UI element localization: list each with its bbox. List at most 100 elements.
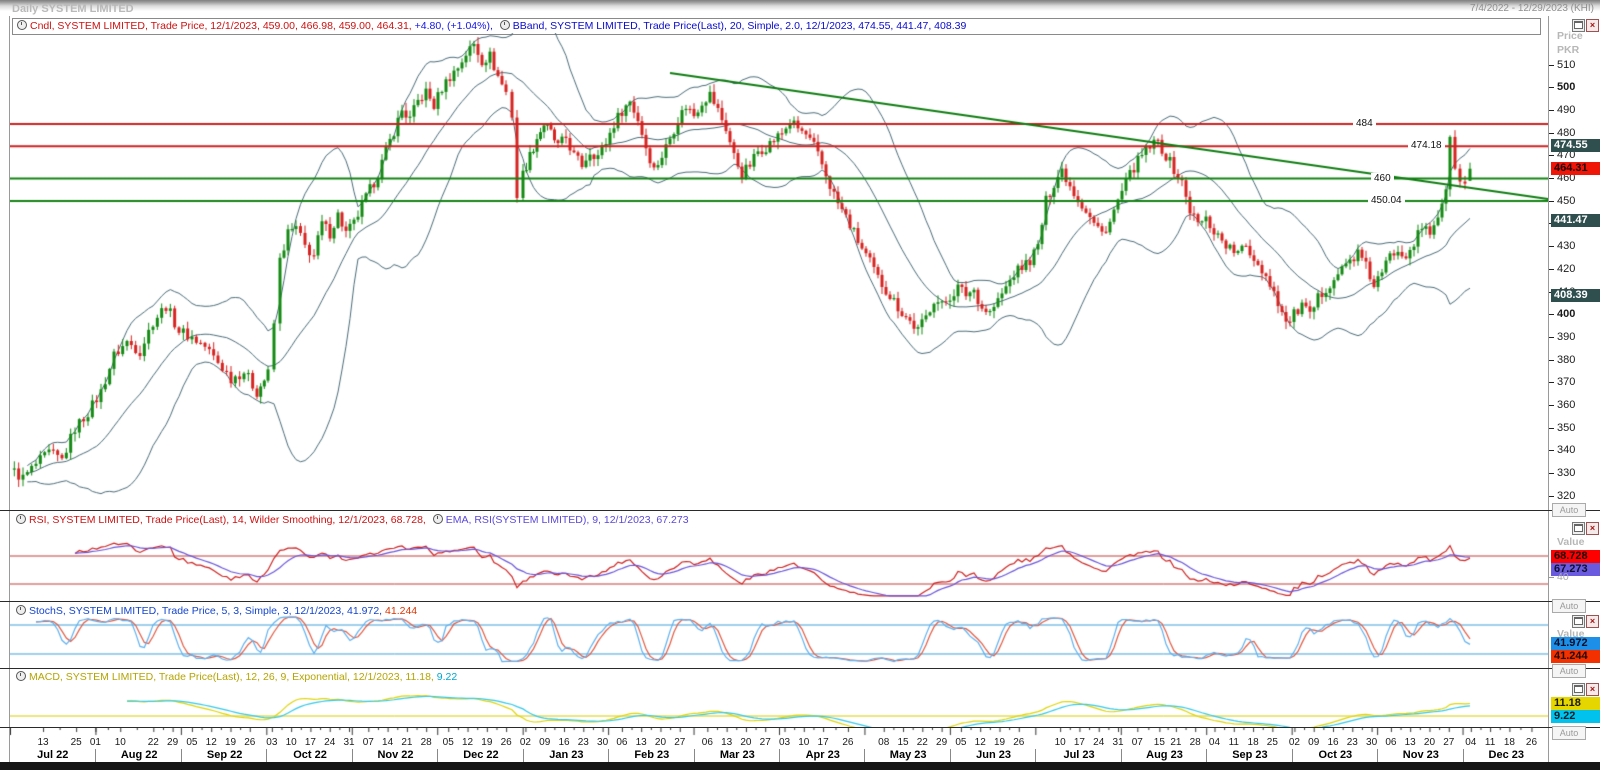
candle-series-icon [17, 20, 27, 30]
macd-legend-text[interactable]: MACD, SYSTEM LIMITED, Trade Price(Last),… [29, 671, 434, 683]
rsi-legend-text[interactable]: RSI, SYSTEM LIMITED, Trade Price(Last), … [29, 514, 426, 526]
xaxis-day-label: 12 [459, 737, 477, 748]
xaxis-day-label: 28 [1186, 737, 1204, 748]
rsi-ema-legend-text[interactable]: EMA, RSI(SYSTEM LIMITED), 9, 12/1/2023, … [446, 514, 689, 526]
price-axis-tick: 380 [1557, 354, 1575, 366]
xaxis-day-label: 03 [263, 737, 281, 748]
macd-series-icon [16, 671, 26, 681]
rsi-legend[interactable]: RSI, SYSTEM LIMITED, Trade Price(Last), … [12, 514, 689, 527]
rsi-axis-tick-mark [1549, 577, 1554, 578]
price-axis-tick: 390 [1557, 331, 1575, 343]
price-axis-tick-mark [1549, 496, 1554, 497]
price-axis-tick-mark [1549, 428, 1554, 429]
price-axis-tick-mark [1549, 246, 1554, 247]
date-range-label: 7/4/2022 - 12/29/2023 (KHI) [1470, 3, 1594, 14]
main-auto-scale-button[interactable]: Auto [1552, 503, 1586, 517]
chart-title: Daily SYSTEM LIMITED [12, 3, 134, 15]
xaxis-day-label: 21 [398, 737, 416, 748]
level-annotation-label: 474.18 [1408, 140, 1445, 152]
xaxis-day-label: 01 [86, 737, 104, 748]
xaxis-month-label: Nov 23 [1377, 749, 1463, 762]
xaxis-day-label: 05 [952, 737, 970, 748]
xaxis-month-label: May 23 [864, 749, 950, 762]
price-axis-chip: 474.55 [1551, 139, 1600, 152]
stoch-legend[interactable]: StochS, SYSTEM LIMITED, Trade Price, 5, … [12, 605, 417, 618]
stoch-restore-icon[interactable] [1572, 615, 1585, 628]
price-axis-tick-mark [1549, 133, 1554, 134]
xaxis-day-label: 31 [1109, 737, 1127, 748]
rsi-panel-canvas[interactable] [10, 528, 1548, 601]
xaxis-day-label: 11 [1481, 737, 1499, 748]
stoch-legend-text[interactable]: StochS, SYSTEM LIMITED, Trade Price, 5, … [29, 605, 382, 617]
price-axis-tick-mark [1549, 450, 1554, 451]
xaxis-month-label: Jan 23 [523, 749, 609, 762]
xaxis-day-label: 27 [756, 737, 774, 748]
xaxis-day-label: 24 [1090, 737, 1108, 748]
xaxis-day-label: 20 [1420, 737, 1438, 748]
xaxis-day-label: 13 [632, 737, 650, 748]
macd-auto-scale-button[interactable]: Auto [1552, 726, 1586, 740]
candle-legend-text[interactable]: Cndl, SYSTEM LIMITED, Trade Price, 12/1/… [30, 20, 412, 32]
xaxis-day-label: 17 [1070, 737, 1088, 748]
xaxis-month-label: Feb 23 [608, 749, 694, 762]
stoch-panel-canvas[interactable] [10, 614, 1548, 663]
rsi-restore-icon[interactable] [1572, 522, 1585, 535]
rsi-axis-title: Value [1557, 536, 1584, 548]
main-restore-icon[interactable] [1572, 19, 1585, 32]
xaxis-day-label: 27 [1440, 737, 1458, 748]
xaxis-day-label: 05 [183, 737, 201, 748]
bband-legend-text[interactable]: BBand, SYSTEM LIMITED, Trade Price(Last)… [513, 20, 967, 32]
xaxis-day-label: 22 [913, 737, 931, 748]
xaxis-day-label: 04 [1462, 737, 1480, 748]
xaxis-day-label: 04 [1205, 737, 1223, 748]
xaxis-day-label: 22 [144, 737, 162, 748]
xaxis-day-label: 10 [111, 737, 129, 748]
xaxis-day-label: 28 [417, 737, 435, 748]
xaxis-day-label: 10 [1051, 737, 1069, 748]
xaxis-month-label: Oct 22 [266, 749, 352, 762]
price-axis-tick-mark [1549, 405, 1554, 406]
stoch-auto-scale-button[interactable]: Auto [1552, 664, 1586, 678]
xaxis-month-label: Nov 22 [352, 749, 438, 762]
price-axis-chip: 408.39 [1551, 289, 1600, 302]
xaxis-day-label: 03 [776, 737, 794, 748]
xaxis-day-label: 17 [814, 737, 832, 748]
macd-value-chip: 9.22 [1551, 710, 1600, 723]
xaxis-day-label: 06 [698, 737, 716, 748]
price-axis-tick: 320 [1557, 490, 1575, 502]
macd-close-icon[interactable]: × [1586, 683, 1599, 696]
price-axis-tick-mark [1549, 155, 1554, 156]
price-axis-tick: 370 [1557, 376, 1575, 388]
price-axis-tick-mark [1549, 178, 1554, 179]
xaxis-day-label: 20 [651, 737, 669, 748]
rsi-auto-scale-button[interactable]: Auto [1552, 599, 1586, 613]
xaxis-day-label: 06 [613, 737, 631, 748]
xaxis-day-label: 23 [574, 737, 592, 748]
main-price-chart-canvas[interactable] [10, 33, 1548, 505]
xaxis-day-label: 18 [1244, 737, 1262, 748]
main-close-icon[interactable]: × [1586, 19, 1599, 32]
rsi-close-icon[interactable]: × [1586, 522, 1599, 535]
level-annotation-label: 484 [1353, 118, 1376, 130]
price-axis-tick: 350 [1557, 422, 1575, 434]
xaxis-day-label: 09 [536, 737, 554, 748]
stoch-close-icon[interactable]: × [1586, 615, 1599, 628]
price-axis-tick-mark [1549, 314, 1554, 315]
price-axis-tick-mark [1549, 110, 1554, 111]
level-annotation-label: 460 [1371, 173, 1394, 185]
macd-panel-canvas[interactable] [10, 684, 1548, 727]
xaxis-day-label: 10 [795, 737, 813, 748]
xaxis-day-label: 26 [1522, 737, 1540, 748]
xaxis-day-label: 11 [1225, 737, 1243, 748]
stoch-value-chip: 41.972 [1551, 637, 1600, 650]
xaxis-month-label: Aug 23 [1121, 749, 1207, 762]
xaxis-day-label: 14 [379, 737, 397, 748]
macd-legend[interactable]: MACD, SYSTEM LIMITED, Trade Price(Last),… [12, 671, 457, 684]
xaxis-month-label: Sep 22 [181, 749, 267, 762]
price-axis-tick-mark [1549, 87, 1554, 88]
xaxis-day-label: 30 [1363, 737, 1381, 748]
xaxis-day-label: 02 [516, 737, 534, 748]
rsi-stoch-separator [0, 601, 1600, 602]
xaxis-month-label: Jul 22 [10, 749, 95, 762]
xaxis-month-label: Jun 23 [950, 749, 1036, 762]
